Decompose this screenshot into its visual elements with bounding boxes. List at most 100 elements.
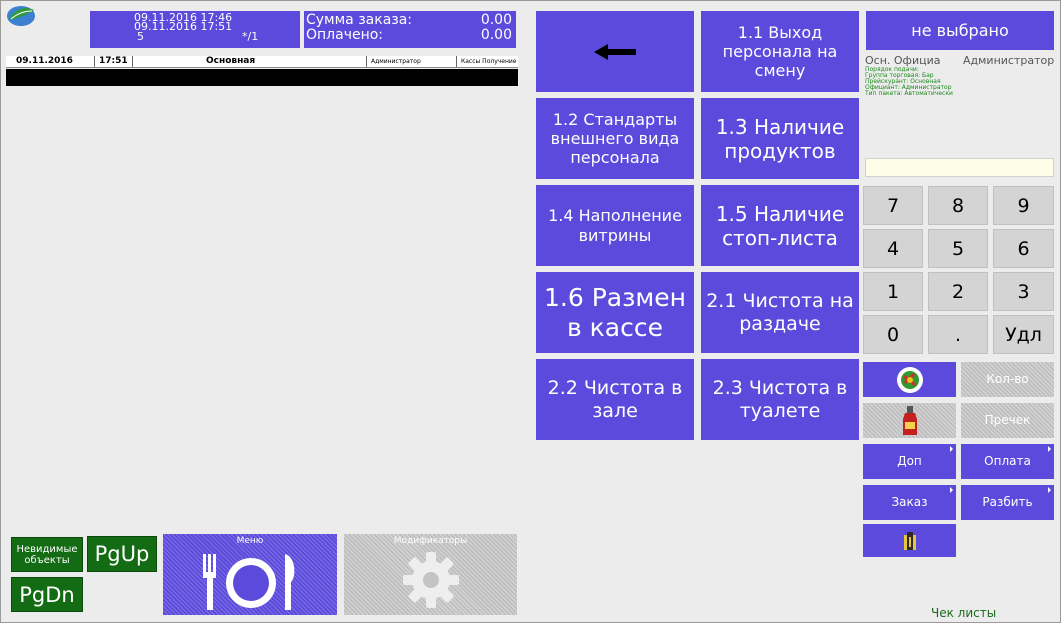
key-8-label: 8 (951, 194, 965, 217)
order-selected-row[interactable] (6, 69, 518, 86)
tile-2-1[interactable]: 2.1 Чистота на раздаче (701, 272, 859, 353)
key-1[interactable]: 1 (863, 272, 923, 311)
tile-1-6[interactable]: 1.6 Размен в кассе (536, 272, 694, 353)
plate-fork-knife-icon (203, 554, 295, 610)
order-date: 09.11.2016 (16, 56, 73, 66)
key-3[interactable]: 3 (993, 272, 1054, 311)
submenu-arrow-icon (1048, 487, 1051, 493)
menu-button[interactable]: Меню (163, 534, 337, 615)
order-user: Администратор (366, 56, 421, 67)
order-list[interactable]: 09.11.2016 17:51 Основная Администратор … (6, 56, 518, 529)
pgdn-button[interactable]: PgDn (11, 577, 83, 612)
dop-button[interactable]: Доп (863, 444, 956, 479)
pgdn-label: PgDn (19, 582, 75, 607)
key-9-label: 9 (1017, 194, 1030, 217)
tile-1-2-label: 1.2 Стандарты внешнего вида персонала (550, 109, 680, 168)
dish-button[interactable] (863, 362, 956, 397)
sauce-button[interactable] (863, 403, 956, 438)
pgup-label: PgUp (94, 542, 150, 566)
key-5[interactable]: 5 (928, 229, 988, 268)
key-8[interactable]: 8 (928, 186, 988, 225)
info-button[interactable] (863, 524, 956, 557)
back-button[interactable] (536, 11, 694, 92)
dop-label: Доп (897, 454, 922, 469)
order-button[interactable]: Заказ (863, 485, 956, 520)
app-logo (6, 4, 36, 28)
tile-1-1[interactable]: 1.1 Выход персонала на смену (701, 11, 859, 92)
small-number: 5 (137, 30, 144, 43)
invisible-objects-button[interactable]: Невидимые объекты (11, 537, 83, 572)
sum-label: Сумма заказа: (306, 12, 413, 28)
order-section: Основная (206, 56, 256, 66)
tile-1-1-label: 1.1 Выход персонала на смену (722, 22, 838, 81)
order-cashier: Кассы Получение (456, 56, 518, 67)
tile-2-1-label: 2.1 Чистота на раздаче (706, 289, 854, 335)
order-sum-panel: Сумма заказа: 0.00 Оплачено: 0.00 (304, 11, 516, 48)
key-3-label: 3 (1017, 280, 1030, 303)
key-delete[interactable]: Удл (993, 315, 1054, 354)
key-5-label: 5 (951, 237, 965, 260)
modifiers-label: Модификаторы (393, 536, 468, 546)
payment-button[interactable]: Оплата (961, 444, 1054, 479)
tile-2-3-label: 2.3 Чистота в туалете (712, 376, 848, 422)
app-window: 09.11.2016 17:46 09.11.2016 17:51 5 */1 … (0, 0, 1061, 623)
ketchup-bottle-icon (902, 405, 917, 435)
payment-label: Оплата (984, 454, 1031, 469)
check-lists-link[interactable]: Чек листы (931, 606, 996, 620)
key-2[interactable]: 2 (928, 272, 988, 311)
modifiers-button[interactable]: Модификаторы (344, 534, 517, 615)
key-4[interactable]: 4 (863, 229, 923, 268)
menu-label: Меню (236, 536, 264, 546)
invisible-objects-label: Невидимые объекты (16, 543, 78, 566)
tile-1-3[interactable]: 1.3 Наличие продуктов (701, 98, 859, 179)
order-bar: 09.11.2016 17:51 Основная Администратор … (6, 56, 518, 68)
tile-1-2[interactable]: 1.2 Стандарты внешнего вида персонала (536, 98, 694, 179)
key-6[interactable]: 6 (993, 229, 1054, 268)
key-dot[interactable]: . (928, 315, 988, 354)
arrow-left-icon (594, 43, 636, 60)
qty-label: Кол-во (986, 372, 1029, 387)
tile-1-4-label: 1.4 Наполнение витрины (548, 206, 682, 245)
paid-value: 0.00 (480, 27, 512, 43)
info-icon (903, 531, 916, 550)
split-button[interactable]: Разбить (961, 485, 1054, 520)
submenu-arrow-icon (950, 446, 953, 452)
gear-icon (403, 552, 459, 608)
not-selected-button[interactable]: не выбрано (866, 11, 1054, 50)
info-line-5: Тип пакета: Автоматически (865, 90, 953, 97)
submenu-arrow-icon (1048, 446, 1051, 452)
key-dot-label: . (954, 323, 962, 346)
dish-icon (896, 366, 923, 393)
precheck-label: Пречек (984, 413, 1031, 428)
key-7[interactable]: 7 (863, 186, 923, 225)
paid-label: Оплачено: (306, 27, 384, 43)
sum-value: 0.00 (480, 12, 512, 28)
key-0-label: 0 (886, 323, 900, 346)
tile-1-5[interactable]: 1.5 Наличие стоп-листа (701, 185, 859, 266)
key-1-label: 1 (886, 280, 900, 303)
order-label: Заказ (891, 495, 928, 510)
datetime-line2: 09.11.2016 17:51 (134, 20, 233, 33)
submenu-arrow-icon (950, 487, 953, 493)
waiter-info: Осн. Официа Администратор Порядок подачи… (865, 54, 1057, 154)
key-9[interactable]: 9 (993, 186, 1054, 225)
key-0[interactable]: 0 (863, 315, 923, 354)
tile-2-3[interactable]: 2.3 Чистота в туалете (701, 359, 859, 440)
leaf-logo-icon (7, 6, 35, 26)
key-6-label: 6 (1017, 237, 1030, 260)
pgup-button[interactable]: PgUp (87, 536, 157, 572)
key-delete-label: Удл (1005, 323, 1042, 346)
datetime-panel: 09.11.2016 17:46 09.11.2016 17:51 5 */1 (90, 11, 300, 48)
waiter-admin: Администратор (963, 54, 1055, 67)
tile-1-5-label: 1.5 Наличие стоп-листа (715, 201, 845, 250)
not-selected-label: не выбрано (911, 20, 1009, 40)
order-time: 17:51 (94, 56, 133, 67)
numeric-input[interactable] (865, 158, 1054, 177)
tile-1-4[interactable]: 1.4 Наполнение витрины (536, 185, 694, 266)
key-2-label: 2 (951, 280, 965, 303)
qty-button[interactable]: Кол-во (961, 362, 1054, 397)
tile-2-2[interactable]: 2.2 Чистота в зале (536, 359, 694, 440)
precheck-button[interactable]: Пречек (961, 403, 1054, 438)
key-7-label: 7 (886, 194, 900, 217)
tile-1-6-label: 1.6 Размен в кассе (544, 282, 686, 342)
